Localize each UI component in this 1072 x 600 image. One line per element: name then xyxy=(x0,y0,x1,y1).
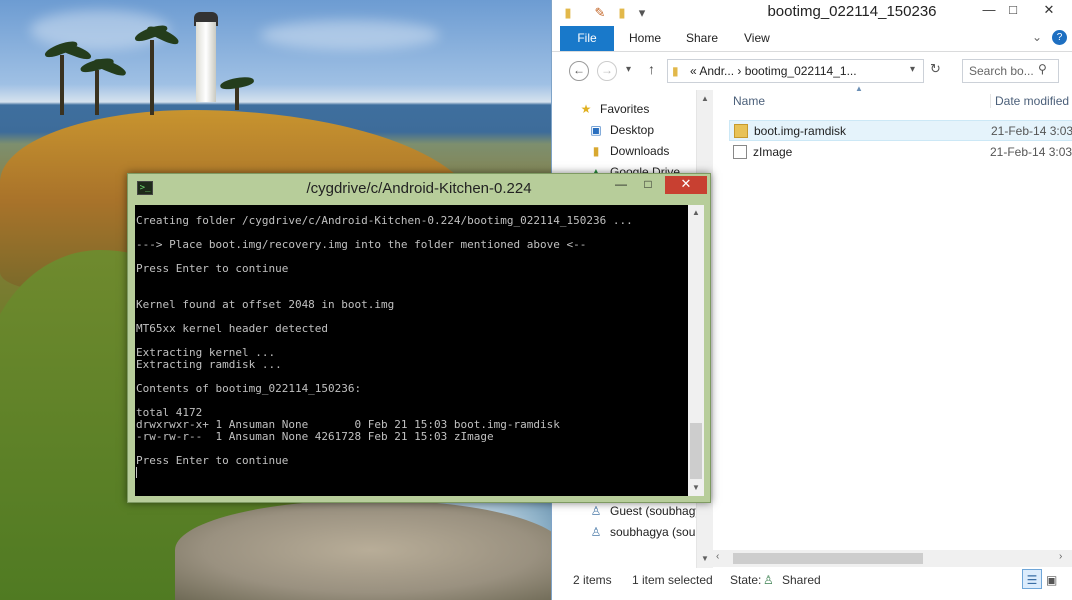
status-bar: 2 items 1 item selected State: ♙ Shared … xyxy=(552,569,1072,592)
terminal-console[interactable]: Creating folder /cygdrive/c/Android-Kitc… xyxy=(135,205,704,496)
column-header-date[interactable]: Date modified xyxy=(990,94,1069,108)
horizontal-scrollbar[interactable]: ‹ › xyxy=(713,550,1072,567)
column-header-name[interactable]: Name xyxy=(733,94,765,108)
back-button[interactable]: ← xyxy=(569,61,589,81)
scroll-left-icon[interactable]: ‹ xyxy=(716,551,719,562)
scroll-down-icon[interactable]: ▼ xyxy=(688,481,704,495)
folder-icon xyxy=(734,124,748,138)
downloads-icon: ▮ xyxy=(592,144,600,158)
address-field[interactable]: ▮ « Andr... › bootimg_022114_1... xyxy=(667,59,924,83)
details-view-icon[interactable]: ☰ xyxy=(1022,569,1042,589)
item-count: 2 items xyxy=(573,573,612,587)
state-value: Shared xyxy=(782,573,821,587)
shared-icon: ♙ xyxy=(763,573,774,587)
state-label: State: xyxy=(730,573,762,587)
console-output: Creating folder /cygdrive/c/Android-Kitc… xyxy=(135,215,687,481)
breadcrumb: « Andr... › bootimg_022114_1... xyxy=(690,64,857,78)
tab-share[interactable]: Share xyxy=(676,26,728,51)
nav-item-downloads[interactable]: ▮ Downloads xyxy=(588,141,670,161)
file-row[interactable]: boot.img-ramdisk 21-Feb-14 3:03 xyxy=(729,120,1072,141)
minimize-button[interactable]: — xyxy=(608,176,634,194)
nav-item-guest[interactable]: ♙ Guest (soubhagy xyxy=(588,501,702,521)
tab-home[interactable]: Home xyxy=(619,26,671,51)
user-icon: ♙ xyxy=(590,504,602,518)
address-bar-row: ← → ▾ ↑ ▮ « Andr... › bootimg_022114_1..… xyxy=(552,52,1072,90)
selection-count: 1 item selected xyxy=(632,573,713,587)
file-date: 21-Feb-14 3:03 xyxy=(991,124,1072,138)
search-icon[interactable]: ⚲ xyxy=(1038,62,1047,76)
file-name: zImage xyxy=(753,145,793,159)
folder-icon: ▮ xyxy=(672,64,679,78)
terminal-scrollbar[interactable]: ▲ ▼ xyxy=(688,205,704,496)
maximize-button[interactable]: □ xyxy=(635,176,661,194)
maximize-button[interactable]: □ xyxy=(996,0,1030,22)
scroll-up-icon[interactable]: ▲ xyxy=(697,92,713,106)
recent-locations-icon[interactable]: ▾ xyxy=(626,64,631,75)
file-list: ▲ Name Date modified boot.img-ramdisk 21… xyxy=(713,84,1072,570)
ribbon-tabs: File Home Share View ⌄ ? xyxy=(552,26,1072,52)
terminal-window[interactable]: >_ /cygdrive/c/Android-Kitchen-0.224 — □… xyxy=(127,173,711,503)
scroll-down-icon[interactable]: ▼ xyxy=(697,552,713,566)
file-row[interactable]: zImage 21-Feb-14 3:03 xyxy=(729,142,1072,163)
desktop-icon: ▣ xyxy=(590,123,602,137)
nav-item-favorites[interactable]: ★ Favorites xyxy=(578,99,650,119)
expand-ribbon-icon[interactable]: ⌄ xyxy=(1032,30,1042,44)
nav-item-soubhagya[interactable]: ♙ soubhagya (soul xyxy=(588,522,698,542)
tab-view[interactable]: View xyxy=(734,26,780,51)
up-arrow-icon[interactable]: ↑ xyxy=(648,61,655,77)
text-cursor xyxy=(136,467,137,478)
help-icon[interactable]: ? xyxy=(1052,30,1067,45)
user-icon: ♙ xyxy=(590,525,602,539)
file-date: 21-Feb-14 3:03 xyxy=(990,145,1072,159)
nav-item-desktop[interactable]: ▣ Desktop xyxy=(588,120,654,140)
refresh-icon[interactable]: ↻ xyxy=(930,61,941,77)
lighthouse xyxy=(196,22,216,102)
scrollbar-thumb[interactable] xyxy=(733,553,923,564)
forward-button[interactable]: → xyxy=(597,61,617,81)
scroll-right-icon[interactable]: › xyxy=(1059,551,1062,562)
close-button[interactable]: ✕ xyxy=(665,176,707,194)
large-icons-view-icon[interactable]: ▣ xyxy=(1046,570,1057,590)
close-button[interactable]: ✕ xyxy=(1032,0,1066,22)
explorer-titlebar[interactable]: ▮ ✎ ▮ ▾ bootimg_022114_150236 — □ ✕ xyxy=(552,0,1072,26)
scrollbar-thumb[interactable] xyxy=(690,423,702,479)
scroll-up-icon[interactable]: ▲ xyxy=(688,206,704,220)
sort-ascending-icon: ▲ xyxy=(855,84,863,93)
address-dropdown-icon[interactable]: ▾ xyxy=(910,64,915,75)
terminal-titlebar[interactable]: >_ /cygdrive/c/Android-Kitchen-0.224 — □… xyxy=(128,174,710,203)
star-icon: ★ xyxy=(580,102,592,116)
file-icon xyxy=(733,145,747,159)
tab-file[interactable]: File xyxy=(560,26,614,51)
file-name: boot.img-ramdisk xyxy=(754,124,847,138)
